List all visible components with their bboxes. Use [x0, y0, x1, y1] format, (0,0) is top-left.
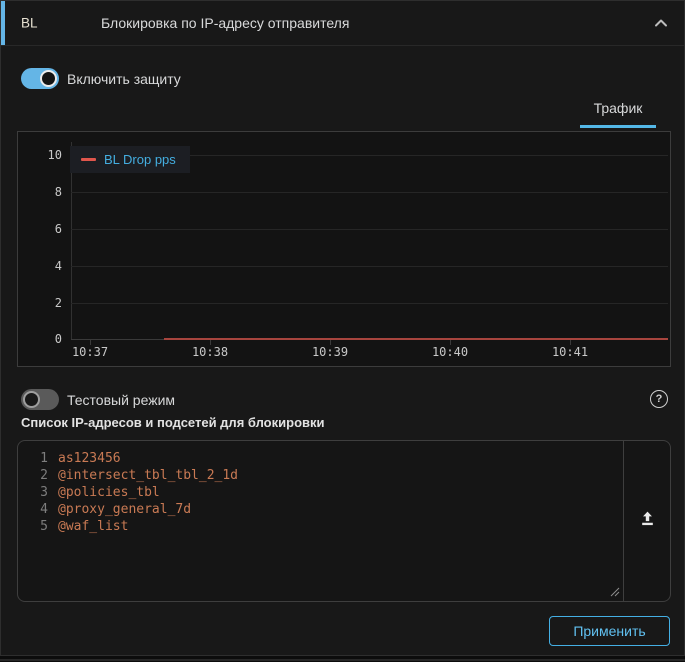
- section-badge: BL: [21, 16, 38, 31]
- help-icon[interactable]: ?: [650, 390, 668, 408]
- protection-toggle-label: Включить защиту: [67, 71, 181, 87]
- apply-button[interactable]: Применить: [549, 616, 670, 646]
- line-number: 1: [18, 450, 48, 467]
- code-line: 5 @waf_list: [18, 518, 624, 535]
- legend-series-color-dash: [81, 158, 96, 161]
- y-tick-label: 0: [18, 332, 62, 346]
- line-number: 2: [18, 467, 48, 484]
- traffic-chart: 10 8 6 4 2 0 10:37 10:38 10:39 10:40 10:…: [17, 131, 671, 367]
- code-text: @intersect_tbl_tbl_2_1d: [58, 467, 238, 484]
- bl-section-panel: BL Блокировка по IP-адресу отправителя В…: [0, 0, 685, 656]
- section-header[interactable]: BL Блокировка по IP-адресу отправителя: [1, 1, 684, 46]
- code-text: @proxy_general_7d: [58, 501, 191, 518]
- accent-bar: [1, 1, 5, 45]
- y-tick-label: 8: [18, 185, 62, 199]
- code-text: @waf_list: [58, 518, 128, 535]
- y-tick-label: 10: [18, 148, 62, 162]
- x-tick-label: 10:39: [312, 345, 348, 359]
- code-text: as123456: [58, 450, 121, 467]
- y-tick-label: 6: [18, 222, 62, 236]
- protection-toggle[interactable]: [21, 68, 59, 89]
- series-line-bl-drop-pps: [164, 338, 668, 340]
- gridline: [71, 229, 668, 230]
- gridline: [71, 303, 668, 304]
- ip-list-label: Список IP-адресов и подсетей для блокиро…: [21, 415, 325, 430]
- line-number: 5: [18, 518, 48, 535]
- test-mode-toggle[interactable]: [21, 389, 59, 410]
- code-line: 1 as123456: [18, 450, 624, 467]
- y-tick-label: 2: [18, 296, 62, 310]
- code-line: 4 @proxy_general_7d: [18, 501, 624, 518]
- legend-item-bl-drop-pps[interactable]: BL Drop pps: [70, 146, 190, 173]
- toggle-knob: [40, 70, 57, 87]
- y-tick-label: 4: [18, 259, 62, 273]
- resize-grip-icon[interactable]: [608, 585, 620, 597]
- upload-icon: [639, 510, 656, 532]
- editor-divider: [623, 441, 624, 601]
- test-mode-toggle-label: Тестовый режим: [67, 392, 175, 408]
- gridline: [71, 192, 668, 193]
- ip-list-editor: 1 as123456 2 @intersect_tbl_tbl_2_1d 3 @…: [17, 440, 671, 602]
- gridline: [71, 266, 668, 267]
- line-number: 3: [18, 484, 48, 501]
- code-text: @policies_tbl: [58, 484, 160, 501]
- chevron-up-icon[interactable]: [654, 19, 668, 28]
- tab-traffic[interactable]: Трафик: [580, 100, 656, 128]
- legend-series-label: BL Drop pps: [104, 152, 176, 167]
- next-section-edge: [0, 659, 685, 661]
- x-tick-label: 10:38: [192, 345, 228, 359]
- x-tick-label: 10:40: [432, 345, 468, 359]
- upload-button[interactable]: [625, 441, 670, 601]
- ip-list-code-area[interactable]: 1 as123456 2 @intersect_tbl_tbl_2_1d 3 @…: [18, 441, 624, 601]
- code-line: 2 @intersect_tbl_tbl_2_1d: [18, 467, 624, 484]
- section-title: Блокировка по IP-адресу отправителя: [101, 15, 349, 31]
- x-tick-label: 10:37: [72, 345, 108, 359]
- line-number: 4: [18, 501, 48, 518]
- toggle-knob: [23, 391, 40, 408]
- code-line: 3 @policies_tbl: [18, 484, 624, 501]
- x-tick-label: 10:41: [552, 345, 588, 359]
